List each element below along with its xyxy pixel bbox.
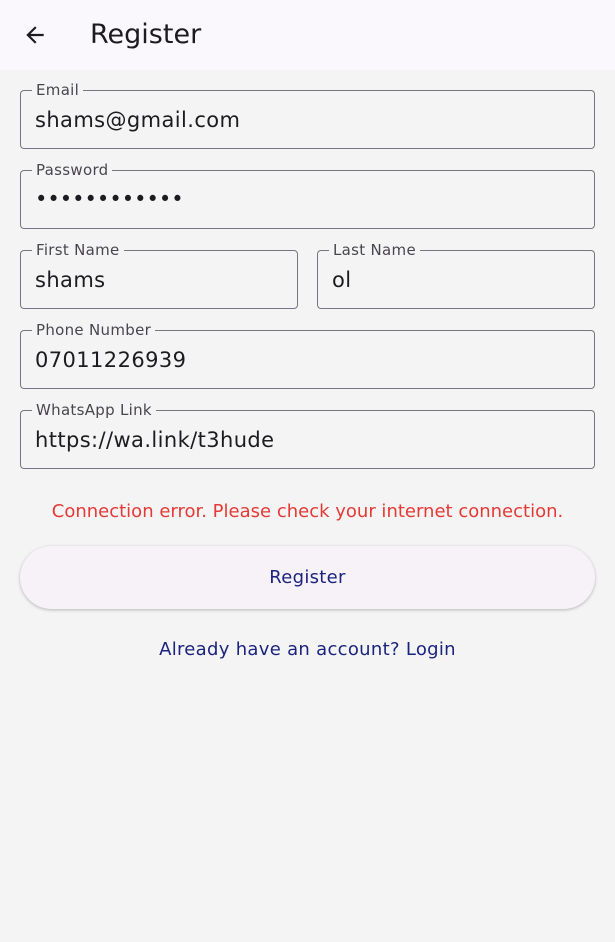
back-button[interactable] [14, 14, 56, 56]
email-value: shams@gmail.com [35, 108, 241, 132]
arrow-left-icon [26, 26, 44, 44]
whatsapp-link-label: WhatsApp Link [32, 400, 156, 420]
page-title: Register [90, 19, 202, 50]
error-message: Connection error. Please check your inte… [51, 501, 564, 522]
first-name-field[interactable]: First Name shams [20, 240, 298, 309]
phone-number-field[interactable]: Phone Number 07011226939 [20, 320, 595, 389]
whatsapp-link-field[interactable]: WhatsApp Link https://wa.link/t3hude [20, 400, 595, 469]
email-label: Email [32, 80, 84, 100]
app-bar: Register [0, 0, 615, 70]
register-button[interactable]: Register [20, 546, 595, 609]
last-name-value: ol [332, 268, 352, 292]
first-name-value: shams [35, 268, 106, 292]
phone-number-label: Phone Number [32, 320, 156, 340]
password-field[interactable]: Password •••••••••••• [20, 160, 595, 229]
last-name-label: Last Name [329, 240, 420, 260]
password-label: Password [32, 160, 113, 180]
first-name-label: First Name [32, 240, 124, 260]
whatsapp-link-value: https://wa.link/t3hude [35, 428, 275, 452]
last-name-field[interactable]: Last Name ol [317, 240, 595, 309]
password-value: •••••••••••• [35, 187, 184, 211]
phone-number-value: 07011226939 [35, 348, 187, 372]
email-field[interactable]: Email shams@gmail.com [20, 80, 595, 149]
login-link[interactable]: Already have an account? Login [0, 637, 615, 663]
